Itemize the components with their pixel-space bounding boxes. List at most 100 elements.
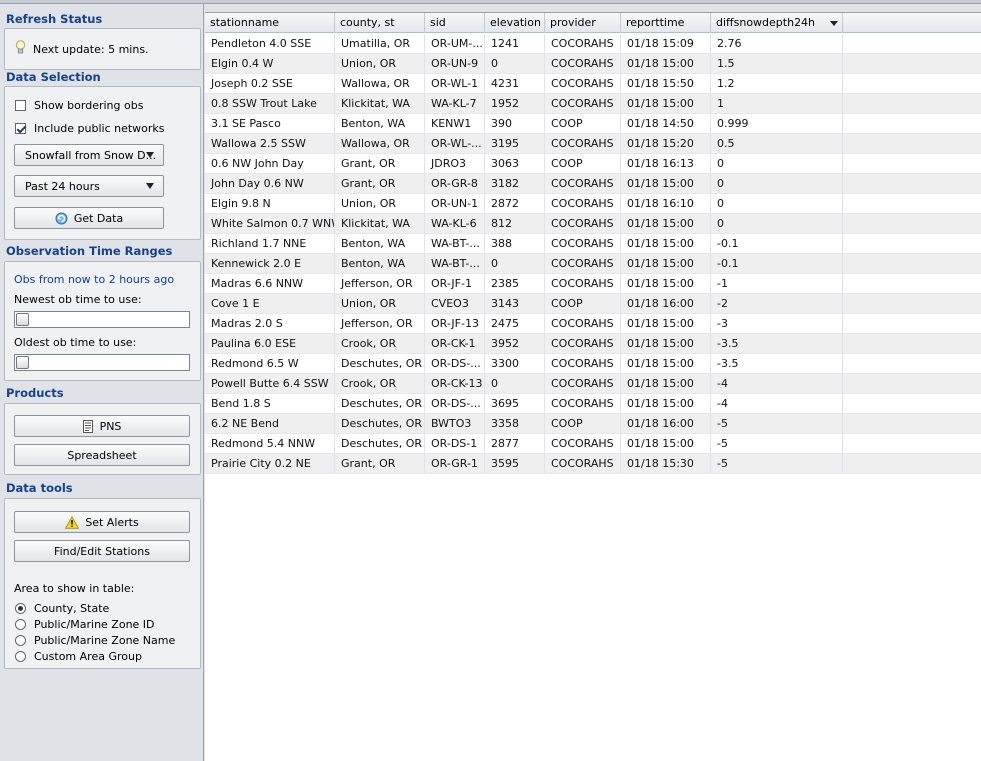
table-row[interactable]: Joseph 0.2 SSE Wallowa, OR OR-WL-1 4231 COCO… [205,74,981,94]
table-row[interactable]: John Day 0.6 NW Grant, OR OR-GR-8 3182 COCOR… [205,174,981,194]
area-radio-custom-group[interactable] [15,651,26,662]
table-cell: Deschutes, OR [335,434,425,454]
newest-time-input[interactable] [14,311,190,328]
table-cell: Bend 1.8 S [205,394,335,414]
area-radio-zone-name[interactable] [15,635,26,646]
table-cell: Deschutes, OR [335,414,425,434]
table-cell: OR-CK-1 [425,334,485,354]
table-cell: Benton, WA [335,254,425,274]
column-header-label: county, st [340,16,395,29]
include-public-checkbox[interactable] [15,123,26,134]
oldest-time-label: Oldest ob time to use: [14,336,137,349]
table-row[interactable]: 0.8 SSW Trout Lake Klickitat, WA WA-KL-7 19… [205,94,981,114]
table-cell: -3.5 [711,354,843,374]
variable-select[interactable]: Snowfall from Snow D... [14,144,164,166]
table-row[interactable]: 0.6 NW John Day Grant, OR JDRO3 3063 COOP 01/… [205,154,981,174]
table-cell: WA-KL-7 [425,94,485,114]
table-cell: 3143 [485,294,545,314]
oldest-time-input[interactable] [14,354,190,371]
spreadsheet-button[interactable]: Spreadsheet [14,444,190,466]
table-row[interactable]: Kennewick 2.0 E Benton, WA WA-BT-... 0 COCOR… [205,254,981,274]
table-cell: 0 [711,194,843,214]
show-bordering-checkbox[interactable] [15,100,26,111]
find-edit-stations-button[interactable]: Find/Edit Stations [14,540,190,562]
table-row[interactable]: Redmond 5.4 NNW Deschutes, OR OR-DS-1 2877 C… [205,434,981,454]
table-row[interactable]: Redmond 6.5 W Deschutes, OR OR-DS-... 3300 C… [205,354,981,374]
table-row[interactable]: Madras 2.0 S Jefferson, OR OR-JF-13 2475 COC… [205,314,981,334]
column-header-label: reporttime [626,16,685,29]
table-cell: 3182 [485,174,545,194]
table-cell: COOP [545,114,621,134]
column-header-elevation[interactable]: elevation [485,13,545,33]
table-cell: 01/18 15:09 [621,34,711,54]
column-header-provider[interactable]: provider [545,13,621,33]
column-header-sid[interactable]: sid [425,13,485,33]
table-row[interactable]: Richland 1.7 NNE Benton, WA WA-BT-... 388 CO… [205,234,981,254]
table-cell: 3952 [485,334,545,354]
table-row[interactable]: Prairie City 0.2 NE Grant, OR OR-GR-1 3595 C… [205,454,981,474]
table-row[interactable]: 6.2 NE Bend Deschutes, OR BWTO3 3358 COOP 01/… [205,414,981,434]
table-row[interactable]: Wallowa 2.5 SSW Wallowa, OR OR-WL-... 3195 C… [205,134,981,154]
sidebar: Refresh Status Next update: 5 mins. Data… [0,4,204,761]
table-cell: JDRO3 [425,154,485,174]
table-cell: COCORAHS [545,214,621,234]
table-row[interactable]: 3.1 SE Pasco Benton, WA KENW1 390 COOP 01/18 … [205,114,981,134]
area-radio-zone-id[interactable] [15,619,26,630]
table-cell: BWTO3 [425,414,485,434]
column-header-label: sid [430,16,446,29]
table-cell: Madras 6.6 NNW [205,274,335,294]
table-cell: Elgin 9.8 N [205,194,335,214]
table-row[interactable]: Powell Butte 6.4 SSW Crook, OR OR-CK-13 0 CO… [205,374,981,394]
table-cell: OR-CK-13 [425,374,485,394]
set-alerts-button[interactable]: Set Alerts [14,511,190,533]
table-row[interactable]: Paulina 6.0 ESE Crook, OR OR-CK-1 3952 COCOR… [205,334,981,354]
table-row[interactable]: Cove 1 E Union, OR CVEO3 3143 COOP 01/18 16:0… [205,294,981,314]
table-cell: -0.1 [711,254,843,274]
table-cell: 01/18 15:00 [621,434,711,454]
get-data-button[interactable]: Get Data [14,207,164,229]
table-cell: 0 [485,54,545,74]
area-radio-county-state[interactable] [15,603,26,614]
table-cell: Kennewick 2.0 E [205,254,335,274]
column-header-reporttime[interactable]: reporttime [621,13,711,33]
table-cell: Jefferson, OR [335,274,425,294]
pns-button[interactable]: PNS [14,415,190,437]
table-row[interactable]: Pendleton 4.0 SSE Umatilla, OR OR-UM-... 12… [205,34,981,54]
table-cell: 01/18 15:00 [621,374,711,394]
sort-desc-icon[interactable] [830,21,838,26]
table-row[interactable]: Madras 6.6 NNW Jefferson, OR OR-JF-1 2385 CO… [205,274,981,294]
table-cell: OR-DS-... [425,354,485,374]
table-row[interactable]: Elgin 9.8 N Union, OR OR-UN-1 2872 COCORAHS 0… [205,194,981,214]
table-cell: 0.6 NW John Day [205,154,335,174]
table-cell: 01/18 15:50 [621,74,711,94]
time-picker-icon[interactable] [16,313,29,326]
table-row[interactable]: Bend 1.8 S Deschutes, OR OR-DS-... 3695 COCO… [205,394,981,414]
column-header-stationname[interactable]: stationname [205,13,335,33]
table-cell: 812 [485,214,545,234]
column-header-diffsnowdepth24h[interactable]: diffsnowdepth24h [711,13,843,33]
table-cell: 0 [485,374,545,394]
products-panel: PNS Spreadsheet [4,403,201,475]
lightbulb-icon [15,40,26,58]
chevron-down-icon [146,183,154,189]
period-select[interactable]: Past 24 hours [14,175,164,197]
table-cell: -3 [711,314,843,334]
column-header-county-st[interactable]: county, st [335,13,425,33]
time-picker-icon[interactable] [16,356,29,369]
table-cell: COCORAHS [545,394,621,414]
data-selection-title: Data Selection [6,70,101,84]
table-cell: 01/18 15:00 [621,314,711,334]
table-cell: Union, OR [335,194,425,214]
table-cell: 01/18 15:00 [621,334,711,354]
table-cell: -2 [711,294,843,314]
table-cell: Jefferson, OR [335,314,425,334]
table-row[interactable]: White Salmon 0.7 WNW Klickitat, WA WA-KL-6… [205,214,981,234]
table-cell: OR-WL-... [425,134,485,154]
table-row[interactable]: Elgin 0.4 W Union, OR OR-UN-9 0 COCORAHS 01/1… [205,54,981,74]
table-cell: COCORAHS [545,134,621,154]
table-cell: 3195 [485,134,545,154]
products-title: Products [6,386,64,400]
table-cell: OR-WL-1 [425,74,485,94]
time-range-link[interactable]: Obs from now to 2 hours ago [14,273,174,286]
table-cell: Richland 1.7 NNE [205,234,335,254]
